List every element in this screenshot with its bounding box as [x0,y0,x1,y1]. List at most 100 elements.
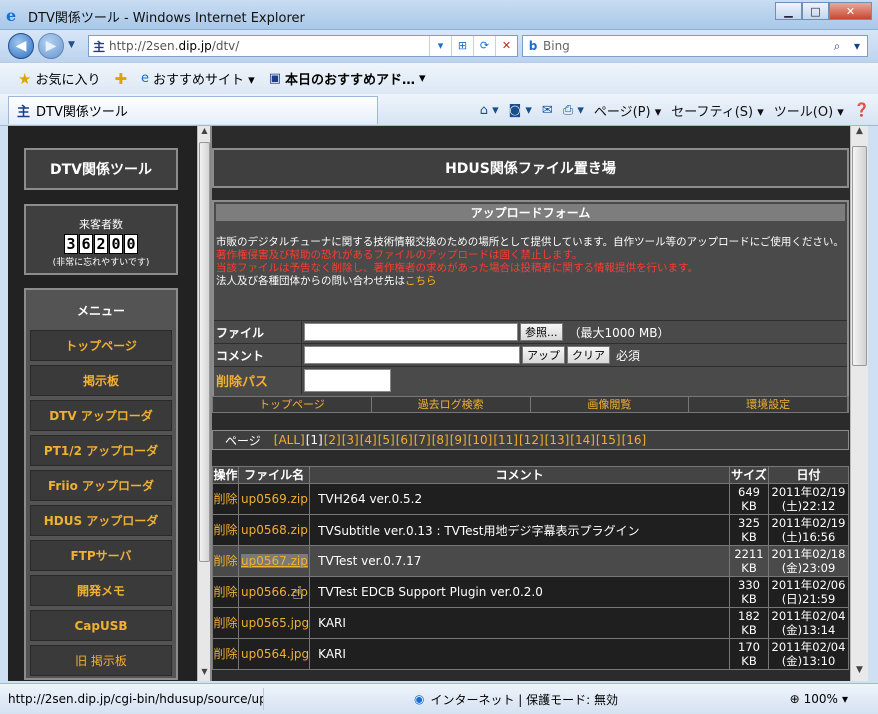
browse-button[interactable]: 参照... [520,323,563,341]
star-icon: ★ [18,69,32,88]
page-link[interactable]: [3] [342,433,359,447]
menu-item-pt12-uploader[interactable]: PT1/2 アップローダ [30,435,172,466]
file-comment: TVH264 ver.0.5.2 [309,483,730,515]
file-input[interactable] [304,323,518,341]
subnav-log-search[interactable]: 過去ログ検索 [372,397,531,412]
clear-button[interactable]: クリア [567,346,610,364]
address-dropdown-icon[interactable]: ▾ [429,36,451,56]
page-link[interactable]: [2] [324,433,341,447]
tools-menu[interactable]: ツール(O) ▾ [774,101,844,120]
subnav-image-view[interactable]: 画像閲覧 [531,397,690,412]
left-scrollbar[interactable]: ▲ ▼ [197,126,210,681]
search-icon[interactable]: ⌕ [827,39,847,54]
menu-item-devmemo[interactable]: 開発メモ [30,575,172,606]
file-link[interactable]: up0564.jpg [237,638,311,670]
minimize-button[interactable]: ▁ [775,2,802,20]
page-link-all[interactable]: [ALL] [274,433,305,447]
page-menu[interactable]: ページ(P) ▾ [594,101,661,120]
delpass-input[interactable] [304,368,391,392]
security-zone[interactable]: ◉ インターネット | 保護モード: 無効 [414,691,618,708]
menu-item-hdus-uploader[interactable]: HDUS アップローダ [30,505,172,536]
delete-link[interactable]: 削除 [212,638,239,670]
menu-item-capusb[interactable]: CapUSB [30,610,172,641]
mail-icon[interactable]: ✉ [542,103,553,118]
maximize-button[interactable]: □ [802,2,829,20]
page-link[interactable]: [13] [545,433,570,447]
right-scrollbar[interactable]: ▲ ▼ [850,126,868,681]
scroll-up-icon[interactable]: ▲ [851,126,868,142]
file-comment: TVTest ver.0.7.17 [309,545,730,577]
file-link[interactable]: up0567.zip [237,545,311,577]
tab-favicon: 主 [17,105,31,120]
page-link[interactable]: [5] [378,433,395,447]
page-link[interactable]: [9] [450,433,467,447]
search-input[interactable]: Bing [543,39,827,53]
delete-link[interactable]: 削除 [212,576,239,608]
contact-link[interactable]: こちら [405,275,437,287]
back-button[interactable]: ◀ [8,33,34,59]
menu-item-ftp[interactable]: FTPサーバ [30,540,172,571]
safety-menu[interactable]: セーフティ(S) ▾ [671,101,764,120]
page-link[interactable]: [11] [493,433,518,447]
site-title: DTV関係ツール [24,148,178,190]
file-date: 2011年02/19 (土)16:56 [768,514,849,546]
subnav-settings[interactable]: 環境設定 [689,397,848,412]
zoom-control[interactable]: ⊕ 100% ▾ [790,692,848,706]
page-link[interactable]: [8] [432,433,449,447]
menu-item-bbs[interactable]: 掲示板 [30,365,172,396]
page-link[interactable]: [7] [414,433,431,447]
delete-link[interactable]: 削除 [212,607,239,639]
home-icon[interactable]: ⌂ ▾ [480,103,499,118]
close-button[interactable]: ✕ [829,2,872,20]
menu-item-friio-uploader[interactable]: Friio アップローダ [30,470,172,501]
left-scroll-thumb[interactable] [199,142,210,562]
scroll-down-icon[interactable]: ▼ [851,665,868,681]
navigation-bar: ◀ ▶ ▼ 主 http://2sen.dip.jp/dtv/ ▾ ⊞ ⟳ ✕ … [0,30,878,62]
page-link[interactable]: [12] [519,433,544,447]
upload-button[interactable]: アップ [522,346,565,364]
address-bar[interactable]: 主 http://2sen.dip.jp/dtv/ ▾ ⊞ ⟳ ✕ [88,35,518,57]
suggested-sites-link[interactable]: e おすすめサイト ▾ [137,69,259,88]
delete-link[interactable]: 削除 [212,483,239,515]
help-icon[interactable]: ❓ [854,103,870,118]
delete-link[interactable]: 削除 [212,514,239,546]
compatibility-view-icon[interactable]: ⊞ [451,36,473,56]
file-link[interactable]: up0569.zip [237,483,311,515]
web-slice-link[interactable]: ▣ 本日のおすすめアド… ▾ [265,69,430,88]
forward-button[interactable]: ▶ [38,33,64,59]
page-link[interactable]: [16] [622,433,647,447]
page-viewport: DTV関係ツール 来客者数 36200 (非常に忘れやすいです) メニュー トッ… [8,126,868,681]
menu-header: メニュー [76,303,125,318]
search-options-icon[interactable]: ▾ [847,39,867,53]
search-box[interactable]: b Bing ⌕ ▾ [522,35,868,57]
feeds-icon[interactable]: ◙ ▾ [509,103,532,118]
file-table: 操作 ファイル名 コメント サイズ 日付 削除 up0569.zip TVH26… [212,466,849,670]
page-link[interactable]: [4] [360,433,377,447]
page-link[interactable]: [10] [468,433,493,447]
add-favorite-button[interactable]: ✚ [110,70,131,88]
col-file: ファイル名 [237,466,311,484]
chevron-down-icon: ▾ [419,71,426,86]
right-scroll-thumb[interactable] [852,146,867,366]
page-link[interactable]: [6] [396,433,413,447]
recent-pages-icon[interactable]: ▼ [68,40,75,50]
menu-item-old-bbs[interactable]: 旧 掲示板 [30,645,172,676]
address-url[interactable]: http://2sen.dip.jp/dtv/ [109,39,429,53]
file-date: 2011年02/04 (金)13:14 [768,607,849,639]
file-link[interactable]: up0565.jpg [237,607,311,639]
file-link[interactable]: up0568.zip [237,514,311,546]
tab-dtv-tools[interactable]: 主 DTV関係ツール [8,96,378,124]
menu-item-dtv-uploader[interactable]: DTV アップローダ [30,400,172,431]
delete-link[interactable]: 削除 [212,545,239,577]
favorites-button[interactable]: ★ お気に入り [14,69,104,89]
page-link[interactable]: [15] [596,433,621,447]
subnav-top[interactable]: トップページ [213,397,372,412]
print-icon[interactable]: ⎙ ▾ [563,103,584,118]
refresh-icon[interactable]: ⟳ [473,36,495,56]
menu-item-top[interactable]: トップページ [30,330,172,361]
file-date: 2011年02/19 (土)22:12 [768,483,849,515]
page-link[interactable]: [14] [570,433,595,447]
chevron-down-icon: ▾ [841,692,848,706]
stop-icon[interactable]: ✕ [495,36,517,56]
comment-input[interactable] [304,346,520,364]
